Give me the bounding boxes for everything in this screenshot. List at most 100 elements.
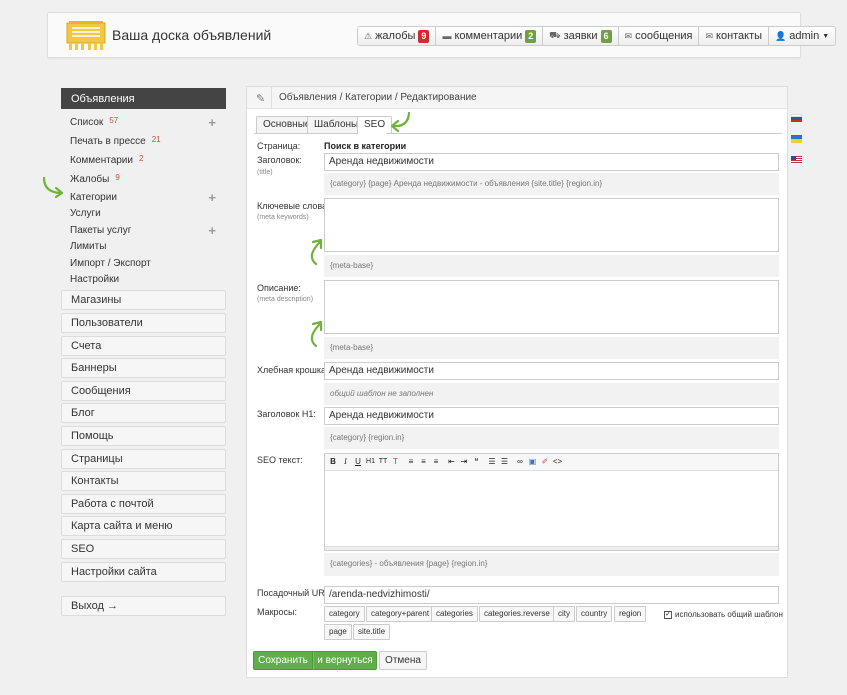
macro-category-parent[interactable]: category+parent [366, 606, 435, 622]
plus-icon[interactable]: + [208, 113, 216, 132]
count-badge: 9 [115, 173, 120, 182]
sidebar-item-list[interactable]: Список 57 + [61, 113, 226, 132]
quote-icon[interactable]: “ [471, 456, 483, 468]
breadcrumb-label: Хлебная крошка: [257, 365, 329, 375]
nav-messages[interactable]: ✉ сообщения [618, 27, 700, 45]
title-input[interactable]: Аренда недвижимости [324, 153, 779, 171]
nav-admin-dropdown[interactable]: 👤 admin ▼ [769, 27, 836, 45]
text-color-icon[interactable]: T [390, 456, 402, 468]
sidebar-item-settings[interactable]: Настройки [61, 272, 226, 288]
sidebar-menu-shops[interactable]: Магазины [61, 290, 226, 310]
sidebar-menu-blog[interactable]: Блог [61, 403, 226, 423]
save-button[interactable]: Сохранить [253, 651, 313, 670]
sidebar-item-service-packages[interactable]: Пакеты услуг + [61, 222, 226, 239]
nav-comments[interactable]: ▬ комментарии 2 [436, 27, 544, 45]
title-template: {category} {page} Аренда недвижимости - … [324, 173, 779, 195]
flag-ru-icon[interactable] [791, 114, 802, 122]
font-size-icon[interactable]: TT [377, 456, 389, 468]
nav-requests[interactable]: ⛟ заявки 6 [543, 27, 619, 45]
heading-icon[interactable]: H1 [365, 456, 377, 468]
macro-country[interactable]: country [576, 606, 613, 622]
macro-categories[interactable]: categories [431, 606, 478, 622]
envelope-icon: ✉ [624, 30, 633, 41]
align-left-icon[interactable]: ≡ [405, 456, 417, 468]
comment-icon: ▬ [442, 31, 452, 41]
sidebar-item-categories[interactable]: Категории + [61, 189, 226, 206]
sidebar-menu-users[interactable]: Пользователи [61, 313, 226, 333]
comments-badge: 2 [525, 29, 537, 43]
sidebar-item-import-export[interactable]: Импорт / Экспорт [61, 255, 226, 272]
macro-region[interactable]: region [614, 606, 647, 622]
flag-us-icon[interactable] [791, 156, 802, 164]
logout-button[interactable]: Выход → [61, 596, 226, 616]
macro-categories-reverse[interactable]: categories.reverse [479, 606, 555, 622]
ordered-list-icon[interactable]: ☰ [486, 456, 498, 468]
unordered-list-icon[interactable]: ☰ [499, 456, 511, 468]
keywords-textarea[interactable] [324, 198, 779, 252]
sidebar-menu-seo[interactable]: SEO [61, 539, 226, 559]
macro-site-title[interactable]: site.title [353, 624, 391, 640]
align-center-icon[interactable]: ≡ [418, 456, 430, 468]
description-label: Описание: [257, 283, 301, 293]
bold-icon[interactable]: B [327, 456, 339, 468]
description-hint: (meta description) [257, 296, 314, 303]
caret-down-icon: ▼ [822, 32, 830, 40]
board-logo-icon[interactable] [66, 21, 106, 51]
sidebar-menu-site-settings[interactable]: Настройки сайта [61, 562, 226, 582]
seo-text-label: SEO текст: [257, 455, 303, 465]
flag-ua-icon[interactable] [791, 135, 802, 143]
link-icon[interactable]: ∞ [514, 456, 526, 468]
sidebar-menu-mail[interactable]: Работа с почтой [61, 494, 226, 514]
site-title[interactable]: Ваша доска объявлений [112, 27, 271, 43]
macro-category[interactable]: category [324, 606, 365, 622]
sidebar-item-press[interactable]: Печать в прессе 21 [61, 132, 226, 151]
underline-icon[interactable]: U [352, 456, 364, 468]
sidebar-menu-contacts[interactable]: Контакты [61, 471, 226, 491]
plus-icon[interactable]: + [208, 189, 216, 206]
macros-label: Макросы: [257, 607, 298, 617]
envelope-icon: ✉ [705, 30, 714, 41]
use-common-template-checkbox[interactable]: ✓ [664, 611, 672, 619]
sidebar-title[interactable]: Объявления [61, 88, 226, 109]
title-label: Заголовок: [257, 155, 302, 165]
sidebar-item-comments[interactable]: Комментарии 2 [61, 151, 226, 170]
description-textarea[interactable] [324, 280, 779, 334]
tab-seo[interactable]: SEO [357, 116, 393, 134]
outdent-icon[interactable]: ⇤ [446, 456, 458, 468]
sidebar: Объявления Список 57 + Печать в прессе 21 К… [61, 88, 226, 288]
source-code-icon[interactable]: <> [552, 456, 564, 468]
nav-contacts[interactable]: ✉ контакты [699, 27, 770, 45]
sidebar-menu-accounts[interactable]: Счета [61, 336, 226, 356]
align-right-icon[interactable]: ≡ [430, 456, 442, 468]
macro-city[interactable]: city [553, 606, 575, 622]
pointer-arrow-icon [390, 111, 411, 132]
cancel-button[interactable]: Отмена [379, 651, 427, 670]
italic-icon[interactable]: I [340, 456, 352, 468]
sidebar-item-services[interactable]: Услуги [61, 206, 226, 222]
plus-icon[interactable]: + [208, 222, 216, 239]
save-and-return-button[interactable]: и вернуться [313, 651, 377, 670]
sidebar-menu-pages[interactable]: Страницы [61, 449, 226, 469]
count-badge: 21 [151, 135, 161, 144]
url-input[interactable]: /arenda-nedvizhimosti/ [324, 586, 779, 604]
sidebar-item-complaints[interactable]: Жалобы 9 [61, 170, 226, 189]
image-icon[interactable]: ▣ [527, 456, 539, 468]
count-badge: 2 [138, 154, 144, 163]
sidebar-menu-help[interactable]: Помощь [61, 426, 226, 446]
use-common-template-label: использовать общий шаблон [675, 610, 783, 619]
breadcrumb-input[interactable]: Аренда недвижимости [324, 362, 779, 380]
h1-input[interactable]: Аренда недвижимости [324, 407, 779, 425]
sidebar-menu-banners[interactable]: Баннеры [61, 358, 226, 378]
sidebar-item-limits[interactable]: Лимиты [61, 239, 226, 255]
sidebar-menu-sitemap[interactable]: Карта сайта и меню [61, 516, 226, 536]
eraser-icon[interactable]: ✐ [539, 456, 551, 468]
keywords-label: Ключевые слова: [257, 201, 330, 211]
editor-resize-handle[interactable] [325, 546, 778, 550]
seo-text-editor[interactable]: B I U H1 TT T ≡ ≡ ≡ ⇤ ⇥ “ ☰ ☰ ∞ ▣ ✐ <> [324, 453, 779, 551]
requests-badge: 6 [600, 29, 612, 43]
macro-page[interactable]: page [324, 624, 352, 640]
nav-complaints[interactable]: ⚠ жалобы 9 [358, 27, 437, 45]
sidebar-menu-messages[interactable]: Сообщения [61, 381, 226, 401]
pointer-arrow-icon [310, 238, 323, 266]
indent-icon[interactable]: ⇥ [458, 456, 470, 468]
